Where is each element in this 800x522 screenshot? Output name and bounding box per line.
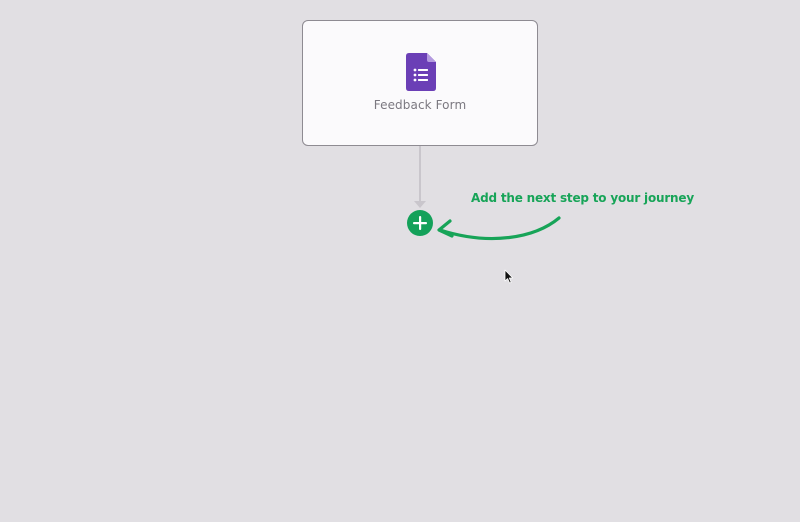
connector-arrowhead [414, 201, 426, 208]
add-step-hint: Add the next step to your journey [471, 191, 694, 205]
journey-canvas[interactable]: Feedback Form Add the next step to your … [0, 0, 800, 522]
node-label: Feedback Form [373, 98, 467, 112]
connector-line [419, 146, 421, 204]
mouse-cursor-icon [504, 269, 514, 284]
curved-arrow-icon [437, 216, 561, 241]
feedback-form-node[interactable]: Feedback Form [302, 20, 538, 146]
google-forms-icon [406, 53, 436, 91]
